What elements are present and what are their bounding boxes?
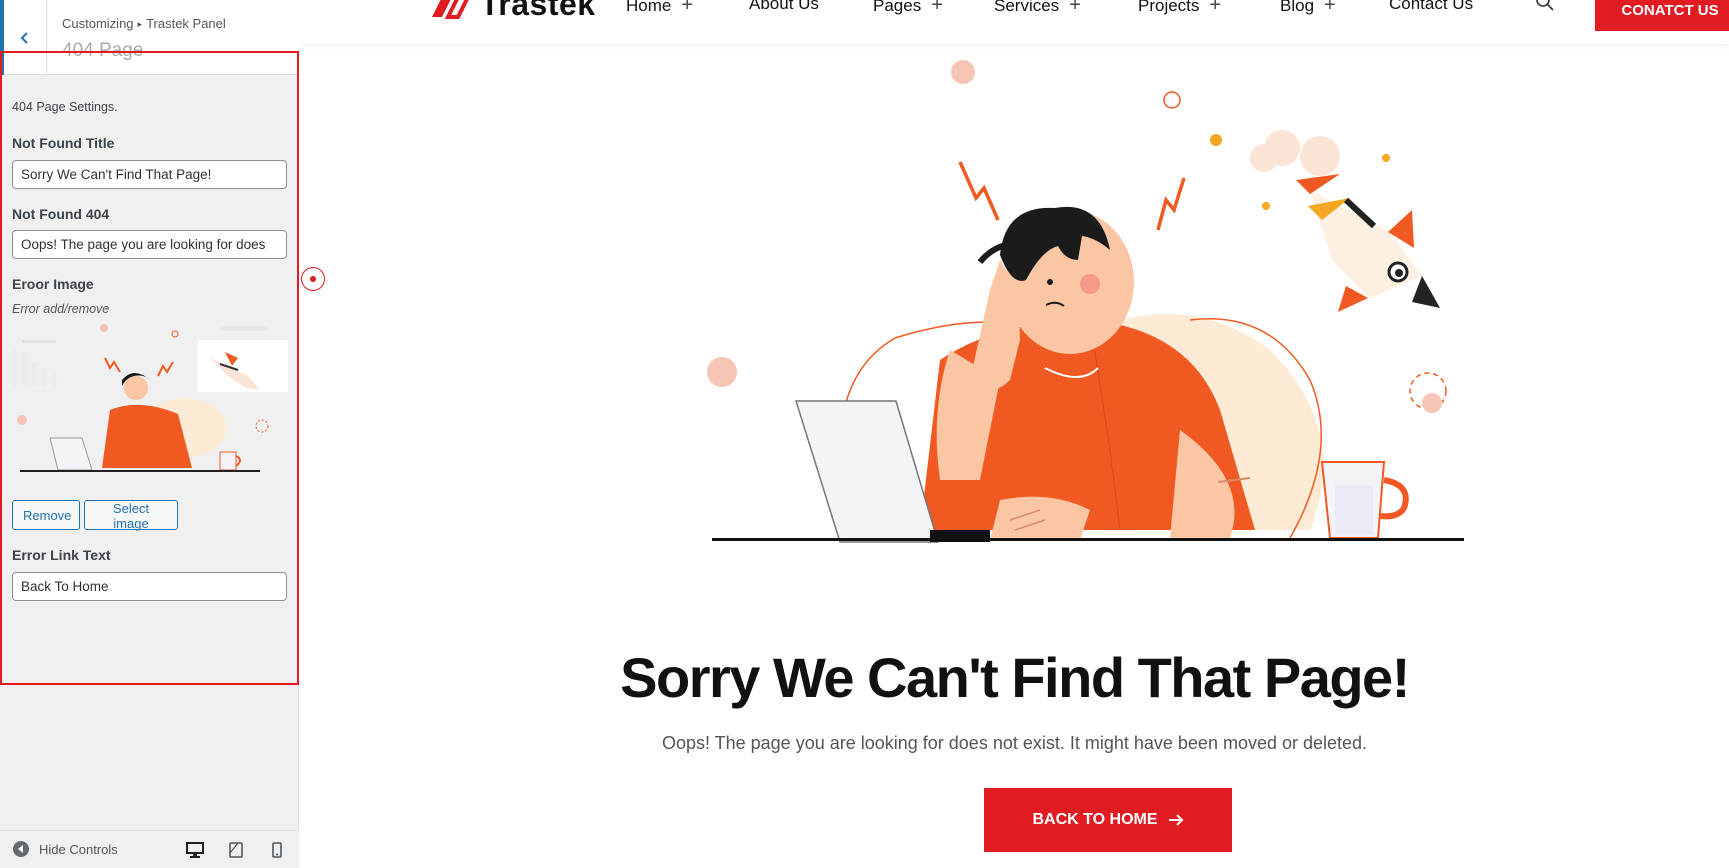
error-link-text-input[interactable] xyxy=(12,572,287,601)
chevron-left-icon xyxy=(20,31,28,44)
rocket-icon xyxy=(1250,130,1440,312)
plus-icon: + xyxy=(931,0,943,16)
nav-label: Contact Us xyxy=(1389,0,1474,13)
nav-contact[interactable]: Contact Us xyxy=(1389,0,1473,14)
plus-icon: + xyxy=(1209,0,1222,16)
back-to-home-label: BACK TO HOME xyxy=(1032,811,1158,828)
nav-blog[interactable]: Blog + xyxy=(1280,0,1336,17)
search-icon[interactable] xyxy=(1535,0,1555,17)
nav-home[interactable]: Home + xyxy=(626,0,693,17)
section-description: 404 Page Settings. xyxy=(12,100,118,114)
title-label: Not Found Title xyxy=(12,135,115,151)
image-description: Error add/remove xyxy=(12,302,110,316)
link-text-label: Error Link Text xyxy=(12,547,111,563)
tablet-preview-icon[interactable] xyxy=(225,839,247,861)
nav-about[interactable]: About Us xyxy=(749,0,819,14)
nav-label: Home xyxy=(626,0,672,15)
desktop-preview-icon[interactable] xyxy=(184,839,206,861)
logo-mark-icon xyxy=(432,0,469,19)
remove-image-button[interactable]: Remove xyxy=(12,500,80,530)
hide-controls-button[interactable]: Hide Controls xyxy=(13,841,118,857)
plus-icon: + xyxy=(1069,0,1081,16)
error-title: Sorry We Can't Find That Page! xyxy=(620,646,1410,709)
plus-icon: + xyxy=(1324,0,1336,16)
nav-label: About Us xyxy=(749,0,819,13)
text-label: Not Found 404 xyxy=(12,206,110,222)
nav-projects[interactable]: Projects + xyxy=(1138,0,1221,17)
logo-text: Trastek xyxy=(480,0,596,22)
error-image-thumbnail[interactable] xyxy=(10,318,290,490)
nav-services[interactable]: Services + xyxy=(994,0,1081,17)
breadcrumb-separator-icon: ▸ xyxy=(137,19,143,29)
hide-controls-label: Hide Controls xyxy=(39,841,118,857)
not-found-title-input[interactable] xyxy=(12,160,287,189)
nav-pages[interactable]: Pages + xyxy=(873,0,943,17)
plus-icon: + xyxy=(681,0,694,16)
back-to-home-button[interactable]: BACK TO HOME xyxy=(984,788,1232,852)
nav-label: Pages xyxy=(873,0,922,15)
arrow-right-icon xyxy=(1168,814,1183,826)
nav-label: Blog xyxy=(1280,0,1315,15)
image-label: Eroor Image xyxy=(12,276,94,292)
not-found-text-input[interactable] xyxy=(12,230,287,259)
customizer-footer: Hide Controls xyxy=(0,830,299,868)
breadcrumb-panel: Trastek Panel xyxy=(146,16,226,31)
select-image-button[interactable]: Select image xyxy=(84,500,178,531)
site-header: Trastek Home + About Us Pages + Services + … xyxy=(300,0,1729,44)
site-preview: Trastek Home + About Us Pages + Services + … xyxy=(300,0,1729,868)
site-logo[interactable]: Trastek xyxy=(428,0,596,23)
collapse-icon xyxy=(13,841,29,857)
error-description: Oops! The page you are looking for does … xyxy=(661,733,1368,753)
partial-refresh-marker[interactable] xyxy=(301,267,325,291)
customizer-sidebar: Customizing ▸ Trastek Panel 404 Page 404 P… xyxy=(0,0,299,868)
breadcrumb: Customizing ▸ Trastek Panel xyxy=(62,16,226,31)
nav-label: Projects xyxy=(1138,0,1200,15)
nav-label: Services xyxy=(994,0,1060,15)
breadcrumb-root: Customizing xyxy=(62,16,134,31)
mobile-preview-icon[interactable] xyxy=(266,839,288,861)
error-illustration xyxy=(707,60,1464,543)
contact-cta-button[interactable]: CONATCT US xyxy=(1595,0,1729,31)
